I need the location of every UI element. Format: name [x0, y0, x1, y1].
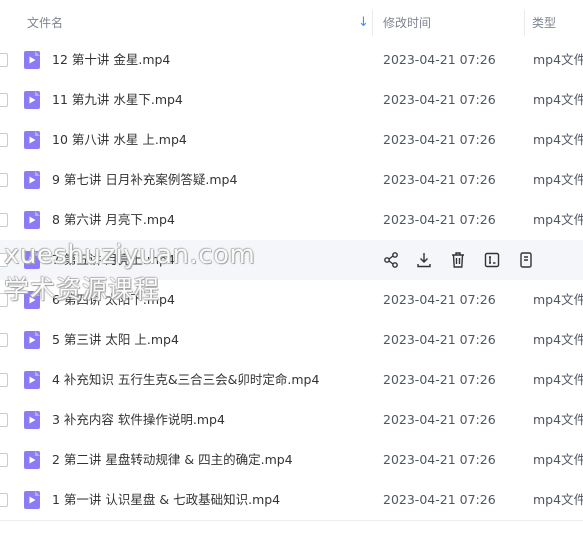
row-checkbox[interactable] — [0, 53, 8, 67]
file-name[interactable]: 11 第九讲 水星下.mp4 — [52, 80, 183, 120]
file-row[interactable]: 2 第二讲 星盘转动规律 & 四主的确定.mp4 2023-04-21 07:26… — [0, 440, 583, 480]
file-type: mp4文件 — [533, 412, 583, 427]
video-file-icon — [24, 491, 40, 509]
video-file-icon — [24, 251, 40, 269]
file-row[interactable]: 8 第六讲 月亮下.mp4 2023-04-21 07:26 mp4文件 — [0, 200, 583, 240]
file-name[interactable]: 7 第五讲 月亮上.mp4 — [52, 240, 175, 280]
file-type: mp4文件 — [533, 172, 583, 187]
row-checkbox[interactable] — [0, 133, 8, 147]
file-name[interactable]: 4 补充知识 五行生克&三合三会&卯时定命.mp4 — [52, 360, 319, 400]
row-checkbox[interactable] — [0, 453, 8, 467]
file-modified-time: 2023-04-21 07:26 — [383, 492, 496, 507]
row-checkbox[interactable] — [0, 333, 8, 347]
video-file-icon — [24, 371, 40, 389]
file-row[interactable]: 10 第八讲 水星 上.mp4 2023-04-21 07:26 mp4文件 — [0, 120, 583, 160]
file-name[interactable]: 2 第二讲 星盘转动规律 & 四主的确定.mp4 — [52, 440, 293, 480]
file-name[interactable]: 1 第一讲 认识星盘 & 七政基础知识.mp4 — [52, 480, 280, 520]
file-name[interactable]: 10 第八讲 水星 上.mp4 — [52, 120, 187, 160]
file-modified-time: 2023-04-21 07:26 — [383, 452, 496, 467]
file-type: mp4文件 — [533, 332, 583, 347]
file-name[interactable]: 8 第六讲 月亮下.mp4 — [52, 200, 175, 240]
file-modified-time: 2023-04-21 07:26 — [383, 212, 496, 227]
file-row[interactable]: 3 补充内容 软件操作说明.mp4 2023-04-21 07:26 mp4文件 — [0, 400, 583, 440]
file-name[interactable]: 9 第七讲 日月补充案例答疑.mp4 — [52, 160, 237, 200]
list-bottom-divider — [0, 520, 583, 521]
row-checkbox[interactable] — [0, 493, 8, 507]
download-icon[interactable] — [415, 250, 433, 270]
rename-icon[interactable] — [483, 250, 501, 270]
file-row[interactable]: 9 第七讲 日月补充案例答疑.mp4 2023-04-21 07:26 mp4文件 — [0, 160, 583, 200]
file-type: mp4文件 — [533, 492, 583, 507]
row-checkbox[interactable] — [0, 173, 8, 187]
file-row[interactable]: 1 第一讲 认识星盘 & 七政基础知识.mp4 2023-04-21 07:26 m… — [0, 480, 583, 520]
row-checkbox[interactable] — [0, 293, 8, 307]
row-checkbox[interactable] — [0, 373, 8, 387]
row-checkbox[interactable] — [0, 253, 8, 267]
share-icon[interactable] — [382, 250, 400, 270]
file-list-panel: 文件名 ↓ 修改时间 类型 12 第十讲 金星.mp4 2023-04-21 07… — [0, 0, 583, 543]
video-file-icon — [24, 451, 40, 469]
row-checkbox[interactable] — [0, 413, 8, 427]
video-file-icon — [24, 171, 40, 189]
file-type: mp4文件 — [533, 132, 583, 147]
file-modified-time: 2023-04-21 07:26 — [383, 292, 496, 307]
file-modified-time: 2023-04-21 07:26 — [383, 92, 496, 107]
file-modified-time: 2023-04-21 07:26 — [383, 372, 496, 387]
file-modified-time: 2023-04-21 07:26 — [383, 412, 496, 427]
file-modified-time: 2023-04-21 07:26 — [383, 132, 496, 147]
video-file-icon — [24, 131, 40, 149]
file-modified-time: 2023-04-21 07:26 — [383, 52, 496, 67]
column-divider[interactable] — [524, 10, 525, 36]
file-row[interactable]: 7 第五讲 月亮上.mp4 — [0, 240, 583, 280]
file-name[interactable]: 3 补充内容 软件操作说明.mp4 — [52, 400, 225, 440]
file-name[interactable]: 5 第三讲 太阳 上.mp4 — [52, 320, 179, 360]
video-file-icon — [24, 51, 40, 69]
file-type: mp4文件 — [533, 52, 583, 67]
file-row[interactable]: 4 补充知识 五行生克&三合三会&卯时定命.mp4 2023-04-21 07:2… — [0, 360, 583, 400]
file-type: mp4文件 — [533, 92, 583, 107]
column-divider[interactable] — [372, 10, 373, 36]
file-type: mp4文件 — [533, 292, 583, 307]
file-name[interactable]: 6 第四讲 太阳下.mp4 — [52, 280, 175, 320]
file-modified-time: 2023-04-21 07:26 — [383, 332, 496, 347]
delete-icon[interactable] — [449, 250, 467, 270]
file-type: mp4文件 — [533, 372, 583, 387]
more-icon[interactable] — [517, 250, 535, 270]
file-modified-time: 2023-04-21 07:26 — [383, 172, 496, 187]
file-row[interactable]: 11 第九讲 水星下.mp4 2023-04-21 07:26 mp4文件 — [0, 80, 583, 120]
video-file-icon — [24, 91, 40, 109]
video-file-icon — [24, 211, 40, 229]
file-row[interactable]: 12 第十讲 金星.mp4 2023-04-21 07:26 mp4文件 — [0, 40, 583, 80]
file-name[interactable]: 12 第十讲 金星.mp4 — [52, 40, 170, 80]
file-type: mp4文件 — [533, 212, 583, 227]
row-checkbox[interactable] — [0, 93, 8, 107]
row-checkbox[interactable] — [0, 213, 8, 227]
file-type: mp4文件 — [533, 452, 583, 467]
video-file-icon — [24, 411, 40, 429]
file-row[interactable]: 5 第三讲 太阳 上.mp4 2023-04-21 07:26 mp4文件 — [0, 320, 583, 360]
video-file-icon — [24, 331, 40, 349]
video-file-icon — [24, 291, 40, 309]
file-row[interactable]: 6 第四讲 太阳下.mp4 2023-04-21 07:26 mp4文件 — [0, 280, 583, 320]
